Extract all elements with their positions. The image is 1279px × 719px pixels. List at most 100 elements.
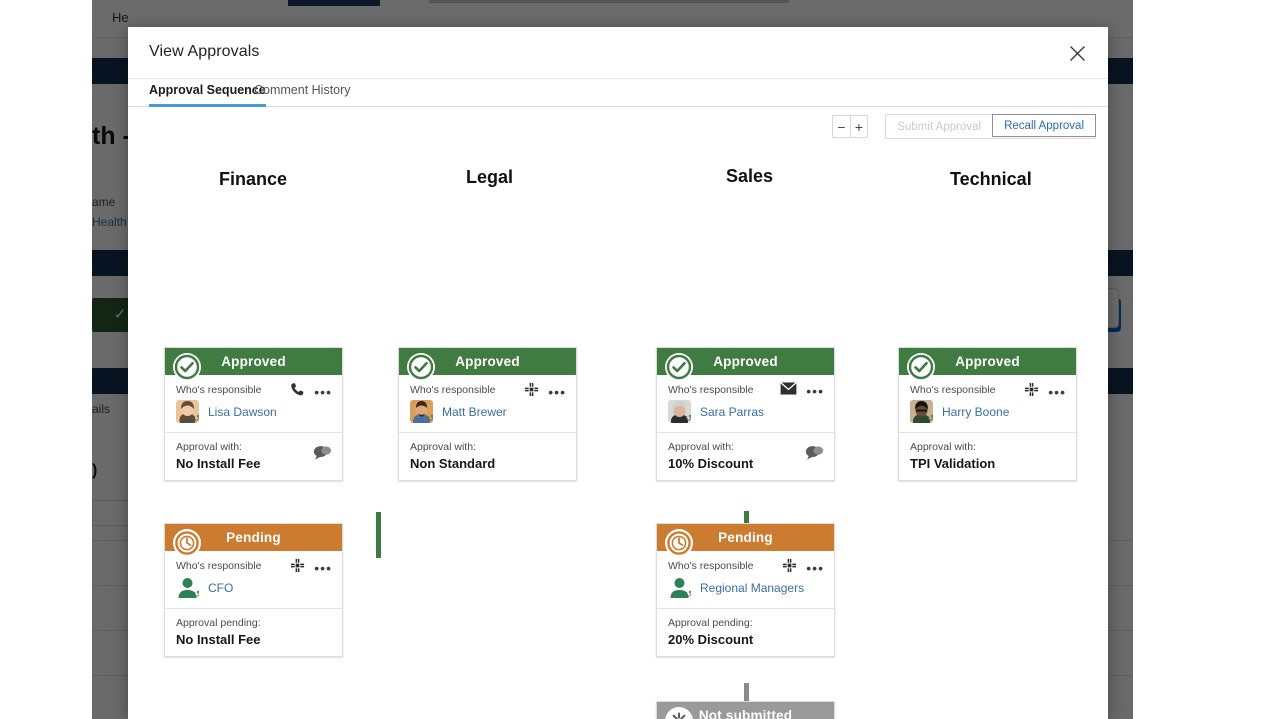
responsible-name[interactable]: CFO — [208, 581, 233, 595]
responsible-row: ↺ Lisa Dawson — [176, 400, 332, 423]
tab-approval-sequence[interactable]: Approval Sequence — [149, 83, 266, 107]
asterisk-spinner-icon — [665, 707, 693, 719]
slack-icon[interactable] — [782, 558, 797, 578]
card-action-icons: ••• — [290, 558, 332, 578]
card-action-icons: ••• — [780, 381, 824, 400]
ellipsis-icon[interactable]: ••• — [314, 385, 332, 399]
card-action-icons: ••• — [290, 382, 332, 402]
approval-card[interactable]: Pending Who's responsible ↺ CFO ••• Appr… — [164, 523, 343, 657]
approval-flow-canvas: Finance Legal Sales Technical Approved W… — [128, 149, 1108, 719]
avatar: ↺ — [410, 400, 433, 423]
card-status-header: Approved — [399, 348, 576, 381]
card-status-label: Approved — [713, 354, 778, 369]
approval-with-label: Approval with: — [410, 441, 476, 453]
approval-with-label: Approval with: — [910, 441, 976, 453]
responsible-row: ↺ Harry Boone — [910, 400, 1066, 423]
mail-icon[interactable] — [780, 381, 798, 400]
chat-bubble-icon[interactable] — [805, 445, 824, 465]
connector-finance-1 — [376, 512, 381, 558]
responsible-row: ↺ Regional Managers — [668, 576, 824, 599]
card-status-header: Approved — [165, 348, 342, 381]
card-status-label: Pending — [226, 530, 281, 545]
card-status-label: Pending — [718, 530, 773, 545]
presence-icon: ↺ — [685, 589, 691, 599]
ellipsis-icon[interactable]: ••• — [806, 384, 824, 398]
responsible-row: ↺ Matt Brewer — [410, 400, 566, 423]
slack-icon[interactable] — [1024, 382, 1039, 402]
approval-with-value: Non Standard — [410, 456, 496, 471]
responsible-name[interactable]: Lisa Dawson — [208, 405, 277, 419]
responsible-name[interactable]: Sara Parras — [700, 405, 764, 419]
view-approvals-dialog: View Approvals Approval Sequence Comment… — [128, 27, 1108, 719]
approval-with-value: 10% Discount — [668, 456, 754, 471]
zoom-controls: − + — [832, 115, 868, 138]
ellipsis-icon[interactable]: ••• — [806, 561, 824, 575]
zoom-out-button[interactable]: − — [833, 116, 850, 137]
approval-actions: Submit Approval Recall Approval — [885, 114, 1096, 139]
approval-card[interactable]: Not submitted Who's responsible — [656, 701, 835, 719]
dialog-title: View Approvals — [149, 43, 260, 60]
tab-comment-history[interactable]: Comment History — [254, 83, 351, 104]
ellipsis-icon[interactable]: ••• — [1048, 385, 1066, 399]
responsible-name[interactable]: Matt Brewer — [442, 405, 507, 419]
responsible-name[interactable]: Regional Managers — [700, 581, 804, 595]
recall-approval-button[interactable]: Recall Approval — [992, 114, 1096, 137]
approval-with-value: TPI Validation — [910, 456, 996, 471]
avatar: ↺ — [176, 400, 199, 423]
dialog-header: View Approvals — [128, 27, 1108, 79]
responsible-row: ↺ Sara Parras — [668, 400, 824, 423]
close-icon[interactable] — [1062, 38, 1092, 68]
card-body: Who's responsible ↺ CFO ••• — [165, 551, 342, 608]
ellipsis-icon[interactable]: ••• — [314, 561, 332, 575]
approval-pending-value: No Install Fee — [176, 632, 261, 647]
card-footer: Approval with: 10% Discount — [657, 432, 834, 480]
column-title-technical: Technical — [950, 169, 1032, 189]
chat-bubble-icon[interactable] — [313, 445, 332, 465]
card-status-header: Approved — [657, 348, 834, 381]
approval-card[interactable]: Approved Who's responsible ↺ Sara Parras — [656, 347, 835, 481]
card-footer: Approval with: Non Standard — [399, 432, 576, 480]
phone-icon[interactable] — [290, 382, 305, 402]
card-status-label: Approved — [955, 354, 1020, 369]
card-body: Who's responsible ↺ Sara Parras ••• — [657, 375, 834, 432]
avatar: ↺ — [668, 576, 691, 599]
card-status-header: Not submitted — [657, 702, 834, 719]
presence-icon: ↺ — [427, 413, 433, 423]
submit-approval-button: Submit Approval — [897, 120, 982, 133]
card-action-icons: ••• — [1024, 382, 1066, 402]
card-footer: Approval with: TPI Validation — [899, 432, 1076, 480]
approval-card[interactable]: Approved Who's responsible ↺ Lisa Dawson — [164, 347, 343, 481]
approval-with-label: Approval with: — [668, 441, 734, 453]
card-body: Who's responsible ↺ Harry Boone ••• — [899, 375, 1076, 432]
dialog-toolbar: − + Submit Approval Recall Approval — [128, 107, 1108, 149]
approval-pending-label: Approval pending: — [668, 617, 753, 629]
column-title-sales: Sales — [726, 166, 774, 186]
approval-card[interactable]: Approved Who's responsible ↺ Matt Brewer — [398, 347, 577, 481]
card-status-label: Approved — [221, 354, 286, 369]
card-status-label: Not submitted — [698, 708, 793, 719]
card-footer: Approval pending: No Install Fee — [165, 608, 342, 656]
card-footer: Approval with: No Install Fee — [165, 432, 342, 480]
approval-pending-value: 20% Discount — [668, 632, 754, 647]
slack-icon[interactable] — [524, 382, 539, 402]
card-action-icons: ••• — [524, 382, 566, 402]
slack-icon[interactable] — [290, 558, 305, 578]
responsible-name[interactable]: Harry Boone — [942, 405, 1009, 419]
column-title-finance: Finance — [219, 169, 288, 189]
card-status-header: Pending — [165, 524, 342, 557]
dialog-tabs: Approval Sequence Comment History — [128, 79, 1108, 107]
ellipsis-icon[interactable]: ••• — [548, 385, 566, 399]
card-action-icons: ••• — [782, 558, 824, 578]
card-body: Who's responsible ↺ Matt Brewer ••• — [399, 375, 576, 432]
approval-card[interactable]: Approved Who's responsible ↺ Harry Boone — [898, 347, 1077, 481]
card-body: Who's responsible ↺ Lisa Dawson ••• — [165, 375, 342, 432]
presence-icon: ↺ — [193, 413, 199, 423]
card-body: Who's responsible ↺ Regional Managers ••… — [657, 551, 834, 608]
approval-with-label: Approval with: — [176, 441, 242, 453]
presence-icon: ↺ — [927, 413, 933, 423]
approval-card[interactable]: Pending Who's responsible ↺ Regional Man… — [656, 523, 835, 657]
card-status-label: Approved — [455, 354, 520, 369]
responsible-row: ↺ CFO — [176, 576, 332, 599]
column-title-legal: Legal — [466, 167, 514, 187]
zoom-in-button[interactable]: + — [850, 116, 867, 137]
